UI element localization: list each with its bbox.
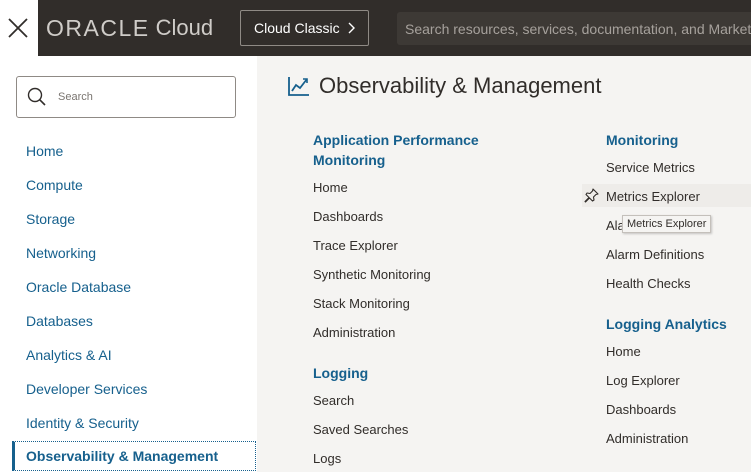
apm-link-trace-explorer[interactable]: Trace Explorer <box>313 238 398 253</box>
oracle-cloud-logo[interactable]: ORACLE Cloud <box>46 14 213 42</box>
logo-brand: ORACLE <box>46 14 150 41</box>
pin-icon[interactable] <box>584 188 599 203</box>
top-bar: ORACLE Cloud Cloud Classic Search resour… <box>0 0 751 56</box>
global-search-placeholder: Search resources, services, documentatio… <box>405 20 751 37</box>
logging-link-search[interactable]: Search <box>313 393 354 408</box>
la-link-log-explorer[interactable]: Log Explorer <box>606 373 680 388</box>
la-link-home[interactable]: Home <box>606 344 641 359</box>
nav-item-home[interactable]: Home <box>26 143 63 159</box>
la-link-dashboards[interactable]: Dashboards <box>606 402 676 417</box>
monitoring-link-metrics-explorer[interactable]: Metrics Explorer <box>606 189 700 204</box>
section-heading-line: Monitoring <box>313 152 386 168</box>
la-link-administration[interactable]: Administration <box>606 431 688 446</box>
section-heading-line: Monitoring <box>606 132 679 148</box>
section-heading-apm[interactable]: Application Performance Monitoring <box>313 130 479 170</box>
nav-item-oracle-database[interactable]: Oracle Database <box>26 279 131 295</box>
chart-line-icon <box>288 77 309 96</box>
nav-search-placeholder: Search <box>58 91 93 103</box>
logging-link-saved-searches[interactable]: Saved Searches <box>313 422 408 437</box>
nav-item-storage[interactable]: Storage <box>26 211 75 227</box>
section-heading-logging-analytics[interactable]: Logging Analytics <box>606 314 727 334</box>
section-heading-line: Logging <box>313 365 369 381</box>
section-heading-monitoring[interactable]: Monitoring <box>606 130 678 150</box>
page-header: Observability & Management <box>288 73 601 99</box>
nav-item-databases[interactable]: Databases <box>26 313 93 329</box>
apm-link-dashboards[interactable]: Dashboards <box>313 209 383 224</box>
cloud-classic-label: Cloud Classic <box>254 20 340 36</box>
nav-item-networking[interactable]: Networking <box>26 245 96 261</box>
section-heading-logging[interactable]: Logging <box>313 363 368 383</box>
page-title: Observability & Management <box>319 73 602 98</box>
monitoring-link-health-checks[interactable]: Health Checks <box>606 276 691 291</box>
section-heading-line: Logging Analytics <box>606 316 727 332</box>
search-icon <box>27 87 46 106</box>
tooltip: Metrics Explorer <box>622 215 712 233</box>
monitoring-link-service-metrics[interactable]: Service Metrics <box>606 160 695 175</box>
apm-link-stack-monitoring[interactable]: Stack Monitoring <box>313 296 410 311</box>
close-icon <box>8 18 28 38</box>
monitoring-link-alarm-definitions[interactable]: Alarm Definitions <box>606 247 704 262</box>
nav-item-compute[interactable]: Compute <box>26 177 83 193</box>
nav-item-developer-services[interactable]: Developer Services <box>26 381 147 397</box>
nav-search-input[interactable]: Search <box>16 76 236 118</box>
chevron-right-icon <box>348 22 355 34</box>
apm-link-administration[interactable]: Administration <box>313 325 395 340</box>
apm-link-home[interactable]: Home <box>313 180 348 195</box>
left-nav-panel: Search <box>0 56 257 472</box>
nav-item-analytics-ai[interactable]: Analytics & AI <box>26 347 112 363</box>
close-menu-button[interactable] <box>0 0 38 56</box>
global-search-input[interactable]: Search resources, services, documentatio… <box>397 12 751 45</box>
logo-product: Cloud <box>155 15 214 40</box>
nav-item-observability-management[interactable]: Observability & Management <box>12 441 256 471</box>
section-heading-line: Application Performance <box>313 132 479 148</box>
logging-link-logs[interactable]: Logs <box>313 451 341 466</box>
apm-link-synthetic-monitoring[interactable]: Synthetic Monitoring <box>313 267 431 282</box>
nav-item-identity-security[interactable]: Identity & Security <box>26 415 139 431</box>
cloud-classic-button[interactable]: Cloud Classic <box>240 10 369 46</box>
